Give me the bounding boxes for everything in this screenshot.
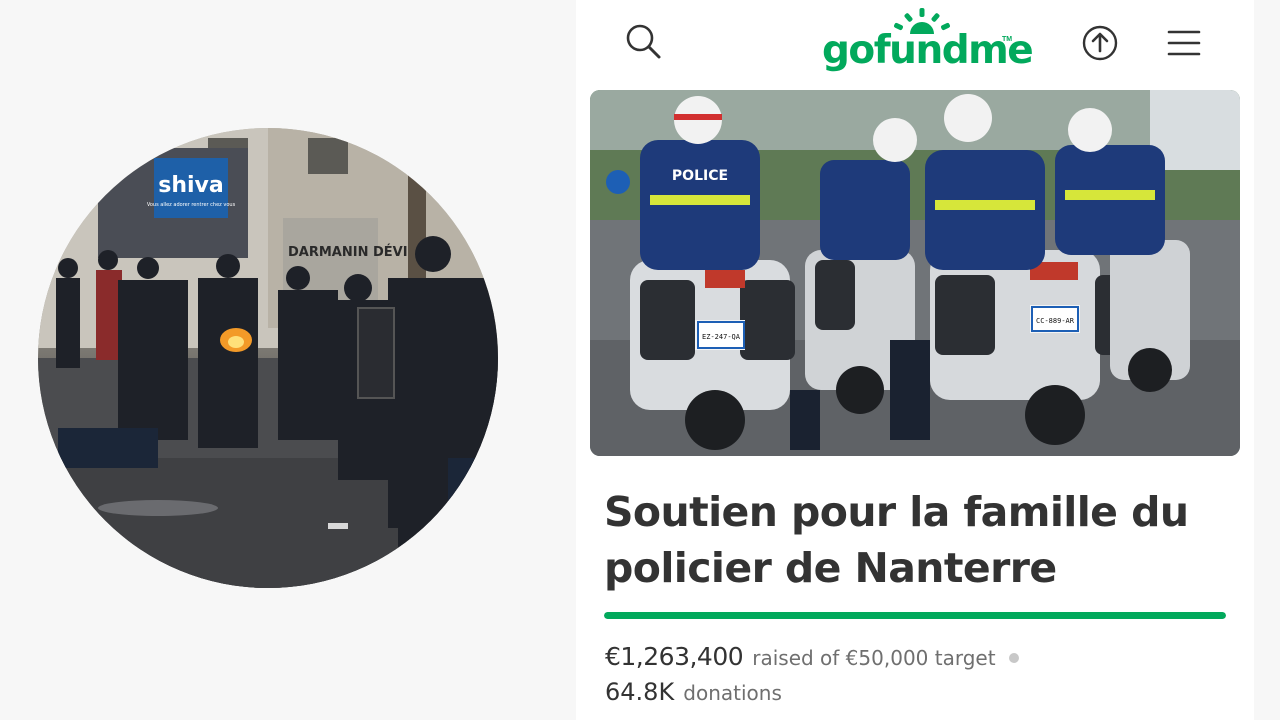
gofundme-page: gofundme TM POLICE EZ-247-QA CC-889-AR S… — [576, 0, 1254, 720]
protest-photo: shiva Vous allez adorer rentrer chez vou… — [38, 128, 498, 588]
gofundme-logo[interactable]: gofundme TM — [822, 8, 1034, 76]
raised-amount: €1,263,400 — [605, 642, 744, 671]
menu-icon — [1167, 30, 1201, 56]
license-plate: EZ-247-QA — [702, 333, 741, 341]
license-plate: CC-889-AR — [1036, 317, 1075, 325]
donations-count: 64.8K — [605, 678, 675, 706]
donations-summary: 64.8K donations — [605, 678, 782, 706]
share-button[interactable] — [1078, 21, 1122, 65]
donations-label: donations — [683, 681, 782, 705]
raised-target-text: raised of €50,000 target — [752, 646, 996, 670]
police-label: POLICE — [672, 168, 728, 184]
logo-wordmark: gofundme — [822, 28, 1034, 73]
separator-dot — [1008, 653, 1019, 663]
funding-progress-fill — [604, 612, 1226, 619]
shop-sign-text: shiva — [158, 173, 223, 198]
search-button[interactable] — [622, 20, 666, 64]
share-icon — [1082, 25, 1118, 61]
campaign-title: Soutien pour la famille du policier de N… — [604, 488, 1189, 592]
logo-trademark: TM — [1002, 36, 1013, 43]
shop-sign-subtext: Vous allez adorer rentrer chez vous — [147, 202, 236, 208]
funding-progress-bar — [604, 612, 1226, 619]
campaign-hero-image[interactable]: POLICE EZ-247-QA CC-889-AR — [590, 90, 1240, 456]
search-icon — [626, 24, 661, 59]
menu-button[interactable] — [1162, 20, 1206, 64]
raised-summary: €1,263,400 raised of €50,000 target — [605, 642, 1019, 671]
top-bar: gofundme TM — [576, 0, 1254, 86]
